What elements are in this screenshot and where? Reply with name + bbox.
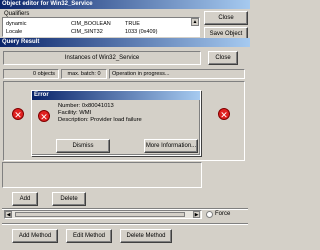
object-editor-title: Object editor for Win32_Service xyxy=(2,1,93,7)
error-icon: ✕ xyxy=(12,108,24,120)
editor-close-button[interactable]: Close xyxy=(204,11,248,25)
qualifier-name: Locale xyxy=(6,29,23,35)
qualifier-type: CIM_SINT32 xyxy=(71,29,103,35)
properties-list[interactable] xyxy=(2,162,202,188)
scroll-left-icon[interactable]: ◀ xyxy=(5,211,12,218)
object-editor-titlebar: Object editor for Win32_Service xyxy=(0,0,250,9)
error-title: Error xyxy=(34,92,49,98)
error-number: Number: 0x80041013 xyxy=(58,103,114,109)
add-method-button[interactable]: Add Method xyxy=(12,229,58,243)
force-label: Force xyxy=(215,211,231,217)
error-icon: ✕ xyxy=(38,110,50,122)
error-facility: Facility: WMI xyxy=(58,110,92,116)
objects-count: 0 objects xyxy=(3,69,59,79)
scroll-up-icon[interactable]: ▲ xyxy=(191,18,199,26)
error-details: Number: 0x80041013 Facility: WMI Descrip… xyxy=(58,103,142,124)
qualifiers-grid[interactable]: dynamic CIM_BOOLEAN TRUE Locale CIM_SINT… xyxy=(2,17,200,37)
qualifier-value: 1033 (0x409) xyxy=(125,29,158,35)
edit-method-button[interactable]: Edit Method xyxy=(66,229,112,243)
divider xyxy=(2,223,248,225)
error-icon: ✕ xyxy=(218,108,230,120)
qualifier-value: TRUE xyxy=(125,21,140,27)
qualifier-type: CIM_BOOLEAN xyxy=(71,21,111,27)
error-dialog: Error ✕ Number: 0x80041013 Facility: WMI… xyxy=(31,90,201,156)
error-titlebar: Error xyxy=(32,91,200,100)
qualifier-name: dynamic xyxy=(6,21,27,27)
add-button[interactable]: Add xyxy=(12,192,38,206)
max-batch: max. batch: 0 xyxy=(61,69,107,79)
scroll-thumb[interactable] xyxy=(15,212,185,217)
query-close-button[interactable]: Close xyxy=(208,51,238,65)
query-result-titlebar: Query Result xyxy=(0,38,250,47)
delete-button[interactable]: Delete xyxy=(52,192,86,206)
operation-status: Operation in progress... xyxy=(109,69,245,79)
instances-header: Instances of Win32_Service xyxy=(3,51,201,65)
query-result-title: Query Result xyxy=(2,39,40,45)
scroll-right-icon[interactable]: ▶ xyxy=(193,211,200,218)
instances-label: Instances of Win32_Service xyxy=(64,55,140,61)
delete-method-button[interactable]: Delete Method xyxy=(120,229,172,243)
force-radio[interactable] xyxy=(206,211,213,218)
horizontal-scrollbar[interactable]: ◀ ▶ xyxy=(4,210,202,219)
error-description: Description: Provider load failure xyxy=(58,117,142,123)
more-information-button[interactable]: More Information... xyxy=(144,139,198,153)
dismiss-button[interactable]: Dismiss xyxy=(56,139,110,153)
